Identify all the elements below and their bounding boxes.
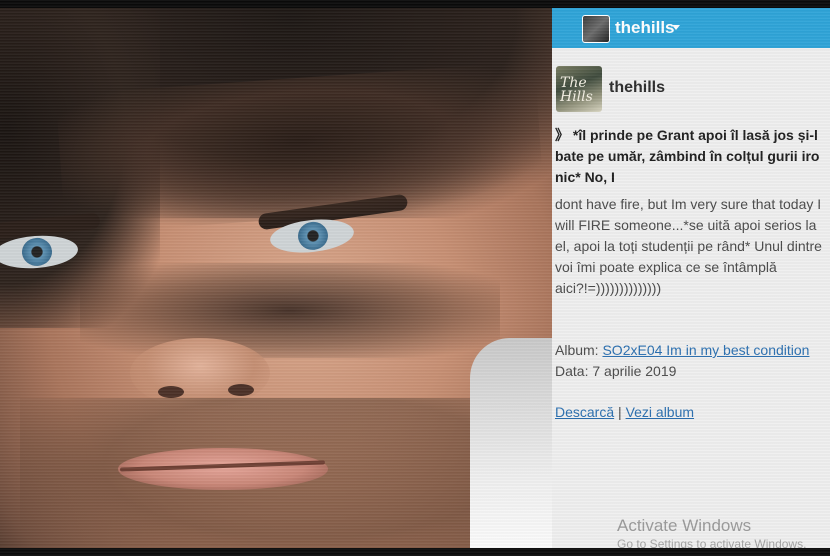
user-avatar[interactable] [582,15,610,43]
header-bar: thehills [552,8,830,48]
post-panel: thehills The Hills thehills 》 *îl prinde… [552,8,830,548]
link-separator: | [618,404,626,420]
post-date: Data: 7 aprilie 2019 [555,363,677,379]
post-author-avatar[interactable]: The Hills [556,66,602,112]
album-line: Album: SO2xE04 Im in my best condition [555,342,830,358]
photo-finger-shadow [80,263,500,358]
post-quote: 》 *îl prinde pe Grant apoi îl lasă jos ș… [555,127,820,185]
album-link[interactable]: SO2xE04 Im in my best condition [602,342,809,358]
activation-watermark: Activate Windows [617,516,752,535]
header-username[interactable]: thehills [615,18,675,38]
post-author-name[interactable]: thehills [609,79,665,97]
photo-nostril-left [158,386,184,398]
photo-shoulder [470,338,552,548]
view-album-link[interactable]: Vezi album [626,404,694,420]
activation-watermark-sub: Go to Settings to activate Windows. [617,537,807,548]
bottom-strip [0,548,830,556]
profile-photo [0,8,552,548]
post-body: dont have fire, but Im very sure that to… [555,196,822,296]
photo-nostril-right [228,384,254,396]
download-link[interactable]: Descarcă [555,404,614,420]
top-strip [0,0,830,8]
album-label: Album: [555,342,603,358]
post-actions: Descarcă | Vezi album [555,404,694,420]
avatar-logo-text: The Hills [560,75,593,105]
chevron-down-icon[interactable] [672,25,680,30]
